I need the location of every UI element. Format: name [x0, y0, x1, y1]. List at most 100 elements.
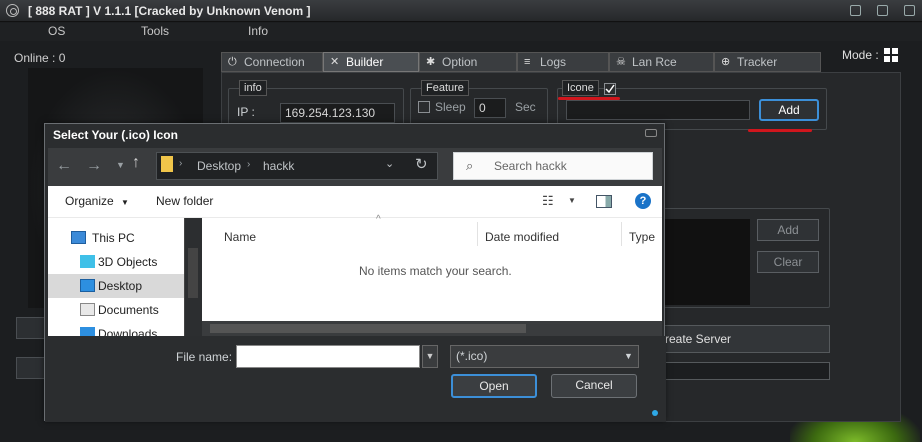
chevron-right-icon: › [247, 159, 251, 170]
tab-builder[interactable]: ✕ Builder [323, 52, 419, 72]
preview-pane-icon[interactable] [596, 195, 612, 208]
tab-label: Tracker [737, 55, 778, 69]
file-name-input[interactable] [236, 345, 420, 368]
list-horizontal-scrollbar[interactable] [202, 321, 662, 336]
file-name-dropdown-icon[interactable]: ▼ [422, 345, 438, 368]
tree-item-desktop[interactable]: Desktop [48, 274, 184, 298]
tab-option[interactable]: ✱ Option [419, 52, 517, 72]
up-arrow-icon[interactable]: ↑ [132, 154, 140, 172]
menu-os[interactable]: OS [48, 24, 65, 38]
tab-logs[interactable]: ≡ Logs [517, 52, 609, 72]
empty-message: No items match your search. [359, 264, 512, 278]
navigation-tree: This PC 3D Objects Desktop Documents Dow… [48, 218, 184, 336]
tree-item-documents[interactable]: Documents [48, 298, 184, 322]
cancel-button[interactable]: Cancel [551, 374, 637, 398]
globe-icon: ⊕ [721, 56, 731, 68]
sleep-field[interactable]: 0 [474, 98, 506, 118]
left-panel-button[interactable] [16, 317, 46, 339]
menu-info[interactable]: Info [248, 24, 268, 38]
new-folder-button[interactable]: New folder [156, 194, 213, 208]
file-type-select[interactable]: (*.ico) ▼ [450, 345, 639, 368]
skull-icon: ☠ [616, 56, 626, 68]
sleep-label: Sleep [435, 100, 466, 114]
scroll-thumb[interactable] [210, 324, 526, 333]
mode-label: Mode : [842, 48, 879, 62]
tree-item-downloads[interactable]: Downloads [48, 322, 184, 336]
column-divider [621, 222, 622, 246]
scroll-thumb[interactable] [188, 248, 198, 298]
tab-connection[interactable]: ⏻ Connection [221, 52, 323, 72]
address-bar[interactable]: › Desktop › hackk ⌄ ↻ [156, 152, 438, 180]
tab-tracker[interactable]: ⊕ Tracker [714, 52, 821, 72]
organize-menu[interactable]: Organize ▼ [65, 194, 129, 208]
chevron-right-icon: › [179, 158, 183, 169]
list-box[interactable] [664, 219, 750, 305]
dialog-toolbar: Organize ▼ New folder ☷ ▼ ? [48, 186, 662, 218]
plug-icon: ⏻ [228, 56, 237, 68]
tree-label: Downloads [98, 327, 158, 336]
tab-label: Connection [244, 55, 305, 69]
tree-scrollbar[interactable] [184, 218, 202, 336]
tab-label: Builder [346, 55, 384, 69]
dialog-footer: File name: ▼ (*.ico) ▼ Open Cancel [45, 336, 666, 422]
view-options-icon[interactable]: ☷ [542, 193, 554, 209]
windows-icon[interactable] [884, 48, 898, 62]
ip-field[interactable]: 169.254.123.130 [280, 103, 395, 123]
chevron-down-icon[interactable]: ⌄ [385, 157, 394, 170]
tree-item-3d-objects[interactable]: 3D Objects [48, 250, 184, 274]
document-icon [80, 303, 95, 316]
tree-item-this-pc[interactable]: This PC [48, 226, 184, 250]
info-legend: info [239, 80, 267, 96]
forward-arrow-icon[interactable]: → [86, 157, 102, 175]
tree-label: Desktop [98, 279, 143, 293]
chevron-down-icon: ▼ [624, 351, 633, 361]
help-icon[interactable]: ? [635, 193, 651, 209]
tree-label: This PC [92, 231, 135, 245]
minimize-icon[interactable] [850, 5, 861, 16]
recent-dropdown-icon[interactable]: ▼ [116, 160, 125, 170]
database-icon: ≡ [524, 56, 531, 68]
dropdown-arrow-icon[interactable]: ▼ [568, 196, 576, 205]
folder-icon [161, 156, 173, 172]
tools-icon: ✕ [330, 56, 340, 68]
refresh-icon[interactable]: ↻ [415, 155, 428, 173]
search-placeholder: Search hackk [494, 159, 567, 173]
search-icon: ⌕ [466, 158, 474, 173]
open-button[interactable]: Open [451, 374, 537, 398]
icone-checkbox[interactable] [604, 83, 616, 95]
dialog-close-icon[interactable] [645, 129, 657, 137]
back-arrow-icon[interactable]: ← [56, 157, 72, 175]
icon-path-field[interactable] [566, 100, 750, 120]
search-input[interactable]: ⌕ Search hackk [453, 152, 653, 180]
status-dot [652, 410, 658, 416]
app-icon[interactable] [6, 4, 19, 17]
create-server-button[interactable]: reate Server [660, 325, 830, 353]
column-name[interactable]: Name [224, 230, 256, 244]
sec-label: Sec [515, 100, 536, 114]
tab-label: Option [442, 55, 478, 69]
download-icon [80, 327, 95, 336]
list-add-button[interactable]: Add [757, 219, 819, 241]
list-clear-button[interactable]: Clear [757, 251, 819, 273]
breadcrumb-desktop[interactable]: Desktop [197, 159, 241, 173]
tab-lan-rce[interactable]: ☠ Lan Rce [609, 52, 714, 72]
left-panel-button[interactable] [16, 357, 46, 379]
file-name-label: File name: [176, 350, 233, 364]
column-type[interactable]: Type [629, 230, 655, 244]
online-count: Online : 0 [14, 51, 66, 65]
dialog-title: Select Your (.ico) Icon [53, 128, 178, 142]
close-icon[interactable] [904, 5, 915, 16]
icon-add-button[interactable]: Add [759, 99, 819, 121]
icone-legend: Icone [562, 80, 599, 96]
sort-arrow-icon: ^ [376, 214, 381, 225]
desktop-icon [80, 279, 95, 292]
breadcrumb-hackk[interactable]: hackk [263, 159, 294, 173]
sleep-checkbox[interactable] [418, 101, 430, 113]
maximize-icon[interactable] [877, 5, 888, 16]
cube-icon [80, 255, 95, 268]
column-date-modified[interactable]: Date modified [485, 230, 559, 244]
red-annotation [748, 129, 812, 132]
column-divider [477, 222, 478, 246]
menu-tools[interactable]: Tools [141, 24, 169, 38]
tab-label: Lan Rce [632, 55, 677, 69]
